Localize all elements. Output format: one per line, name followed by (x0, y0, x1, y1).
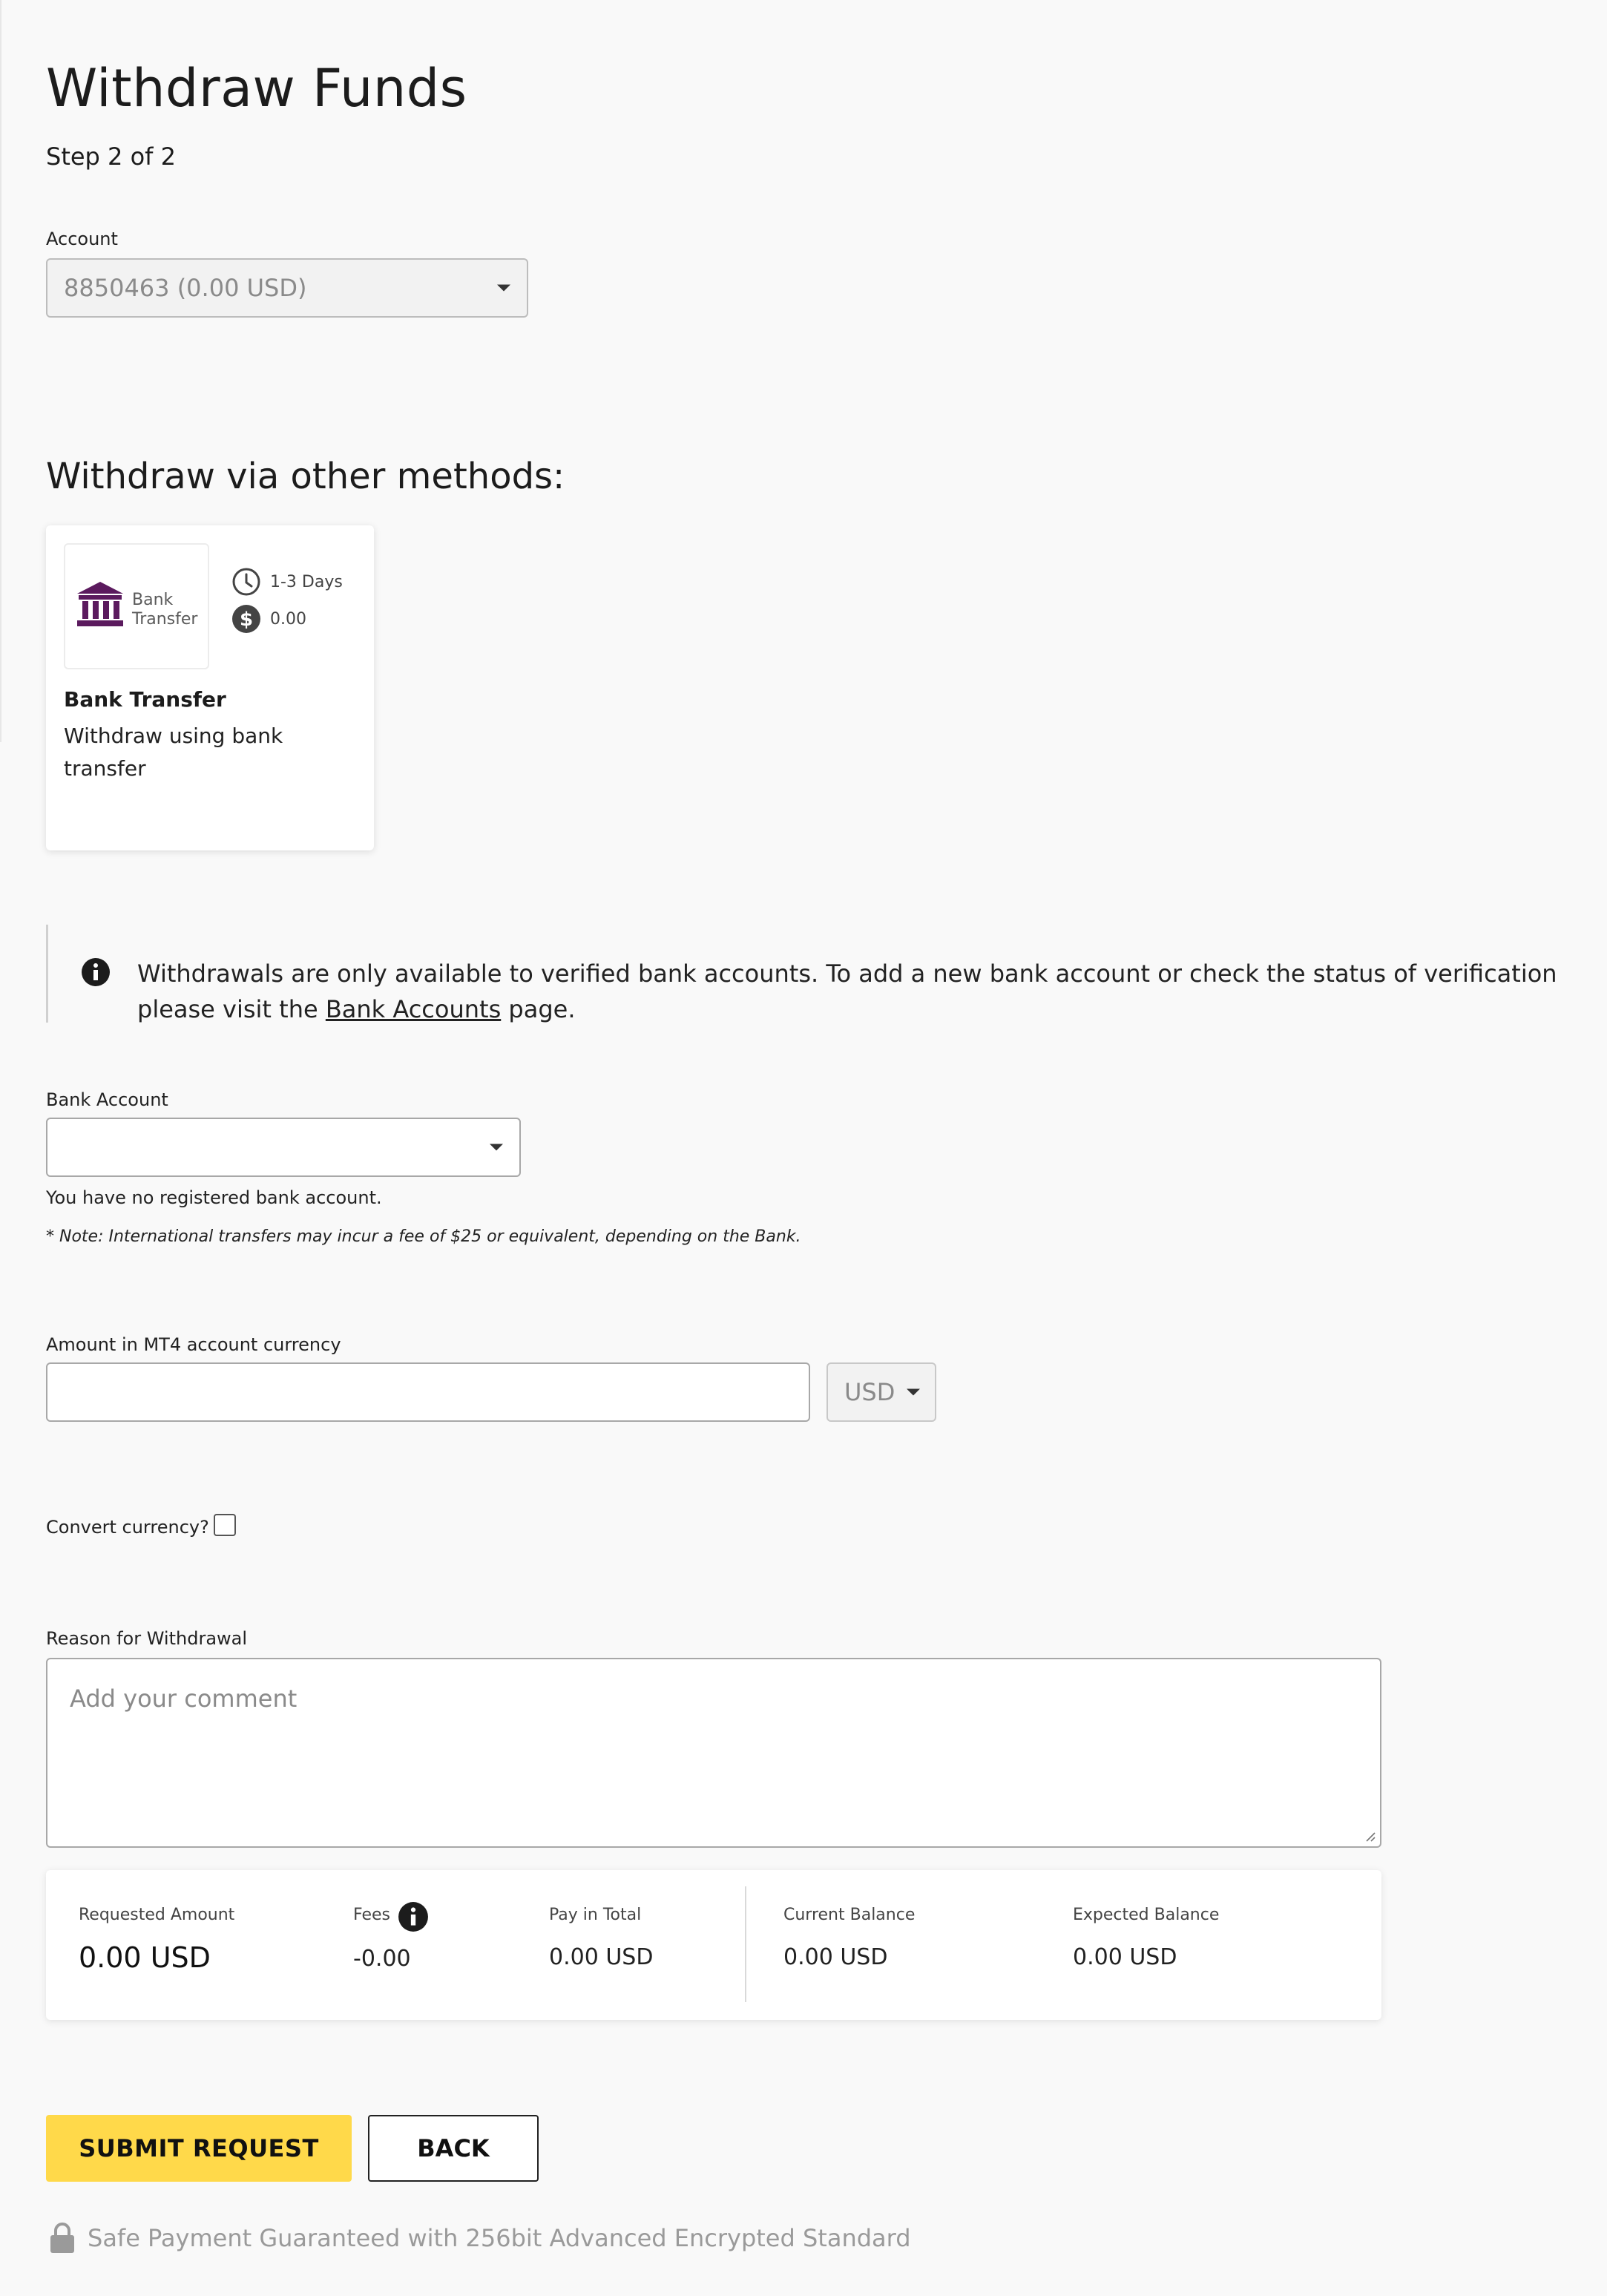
requested-amount-label: Requested Amount (79, 1906, 235, 1924)
method-fee-value: 0.00 (270, 609, 306, 629)
chevron-down-icon (907, 1388, 920, 1396)
amount-label: Amount in MT4 account currency (46, 1334, 341, 1355)
method-card-bank-transfer[interactable]: Bank Transfer 1-3 Days $ 0.00 Bank Trans… (46, 525, 374, 850)
account-select[interactable]: 8850463 (0.00 USD) (46, 258, 528, 318)
no-bank-account-hint: You have no registered bank account. (46, 1187, 382, 1208)
withdrawal-summary: Requested Amount 0.00 USD Fees -0.00 Pay… (46, 1870, 1381, 2020)
logo-line-2: Transfer (132, 610, 198, 629)
international-fee-note: * Note: International transfers may incu… (46, 1227, 801, 1246)
reason-label: Reason for Withdrawal (46, 1628, 248, 1649)
pay-total-value: 0.00 USD (549, 1944, 654, 1970)
expected-balance-value: 0.00 USD (1073, 1944, 1177, 1970)
info-text-end: page. (501, 995, 576, 1023)
logo-line-1: Bank (132, 591, 174, 609)
currency-select-value: USD (844, 1378, 895, 1406)
account-label: Account (46, 229, 118, 249)
expected-balance-label: Expected Balance (1073, 1906, 1220, 1924)
method-duration: 1-3 Days (231, 567, 343, 597)
method-fee: $ 0.00 (231, 604, 306, 634)
secure-payment-text: Safe Payment Guaranteed with 256bit Adva… (88, 2224, 911, 2252)
step-indicator: Step 2 of 2 (46, 142, 176, 171)
info-text: Withdrawals are only available to verifi… (137, 956, 1577, 1027)
clock-icon (232, 568, 260, 596)
dollar-icon: $ (232, 605, 260, 633)
method-description: Withdraw using bank transfer (64, 724, 283, 781)
bank-transfer-logo: Bank Transfer (64, 543, 209, 669)
fees-value: -0.00 (353, 1946, 411, 1972)
current-balance-value: 0.00 USD (783, 1944, 888, 1970)
chevron-down-icon (497, 284, 510, 292)
fees-info-icon[interactable] (398, 1901, 429, 1932)
secure-payment-note: Safe Payment Guaranteed with 256bit Adva… (49, 2222, 911, 2254)
convert-currency-checkbox[interactable] (214, 1514, 236, 1536)
account-select-value: 8850463 (0.00 USD) (64, 274, 307, 302)
method-name: Bank Transfer (64, 687, 226, 712)
current-balance-label: Current Balance (783, 1906, 916, 1924)
pay-total-label: Pay in Total (549, 1906, 642, 1924)
method-duration-value: 1-3 Days (270, 572, 343, 591)
reason-textarea[interactable]: Add your comment (46, 1658, 1381, 1848)
bank-building-icon (77, 582, 123, 626)
convert-currency-label: Convert currency? (46, 1517, 209, 1538)
bank-account-select[interactable] (46, 1118, 521, 1177)
bank-transfer-logo-text: Bank Transfer (132, 591, 197, 629)
page-title: Withdraw Funds (46, 58, 467, 119)
info-callout: Withdrawals are only available to verifi… (46, 925, 1574, 1023)
methods-title: Withdraw via other methods: (46, 456, 565, 497)
info-icon (82, 958, 110, 986)
currency-select[interactable]: USD (826, 1362, 936, 1422)
summary-divider (745, 1886, 746, 2002)
amount-input[interactable] (46, 1362, 810, 1422)
bank-account-label: Bank Account (46, 1089, 168, 1110)
chevron-down-icon (490, 1144, 503, 1151)
resize-handle-icon[interactable] (1364, 1830, 1376, 1842)
lock-icon (50, 2223, 74, 2253)
back-button[interactable]: BACK (368, 2115, 539, 2182)
fees-label: Fees (353, 1906, 390, 1924)
submit-request-button[interactable]: SUBMIT REQUEST (46, 2115, 352, 2182)
bank-accounts-link[interactable]: Bank Accounts (326, 995, 501, 1023)
left-divider (0, 0, 1, 742)
svg-text:$: $ (240, 609, 253, 631)
reason-placeholder: Add your comment (70, 1685, 298, 1713)
requested-amount-value: 0.00 USD (79, 1941, 211, 1974)
